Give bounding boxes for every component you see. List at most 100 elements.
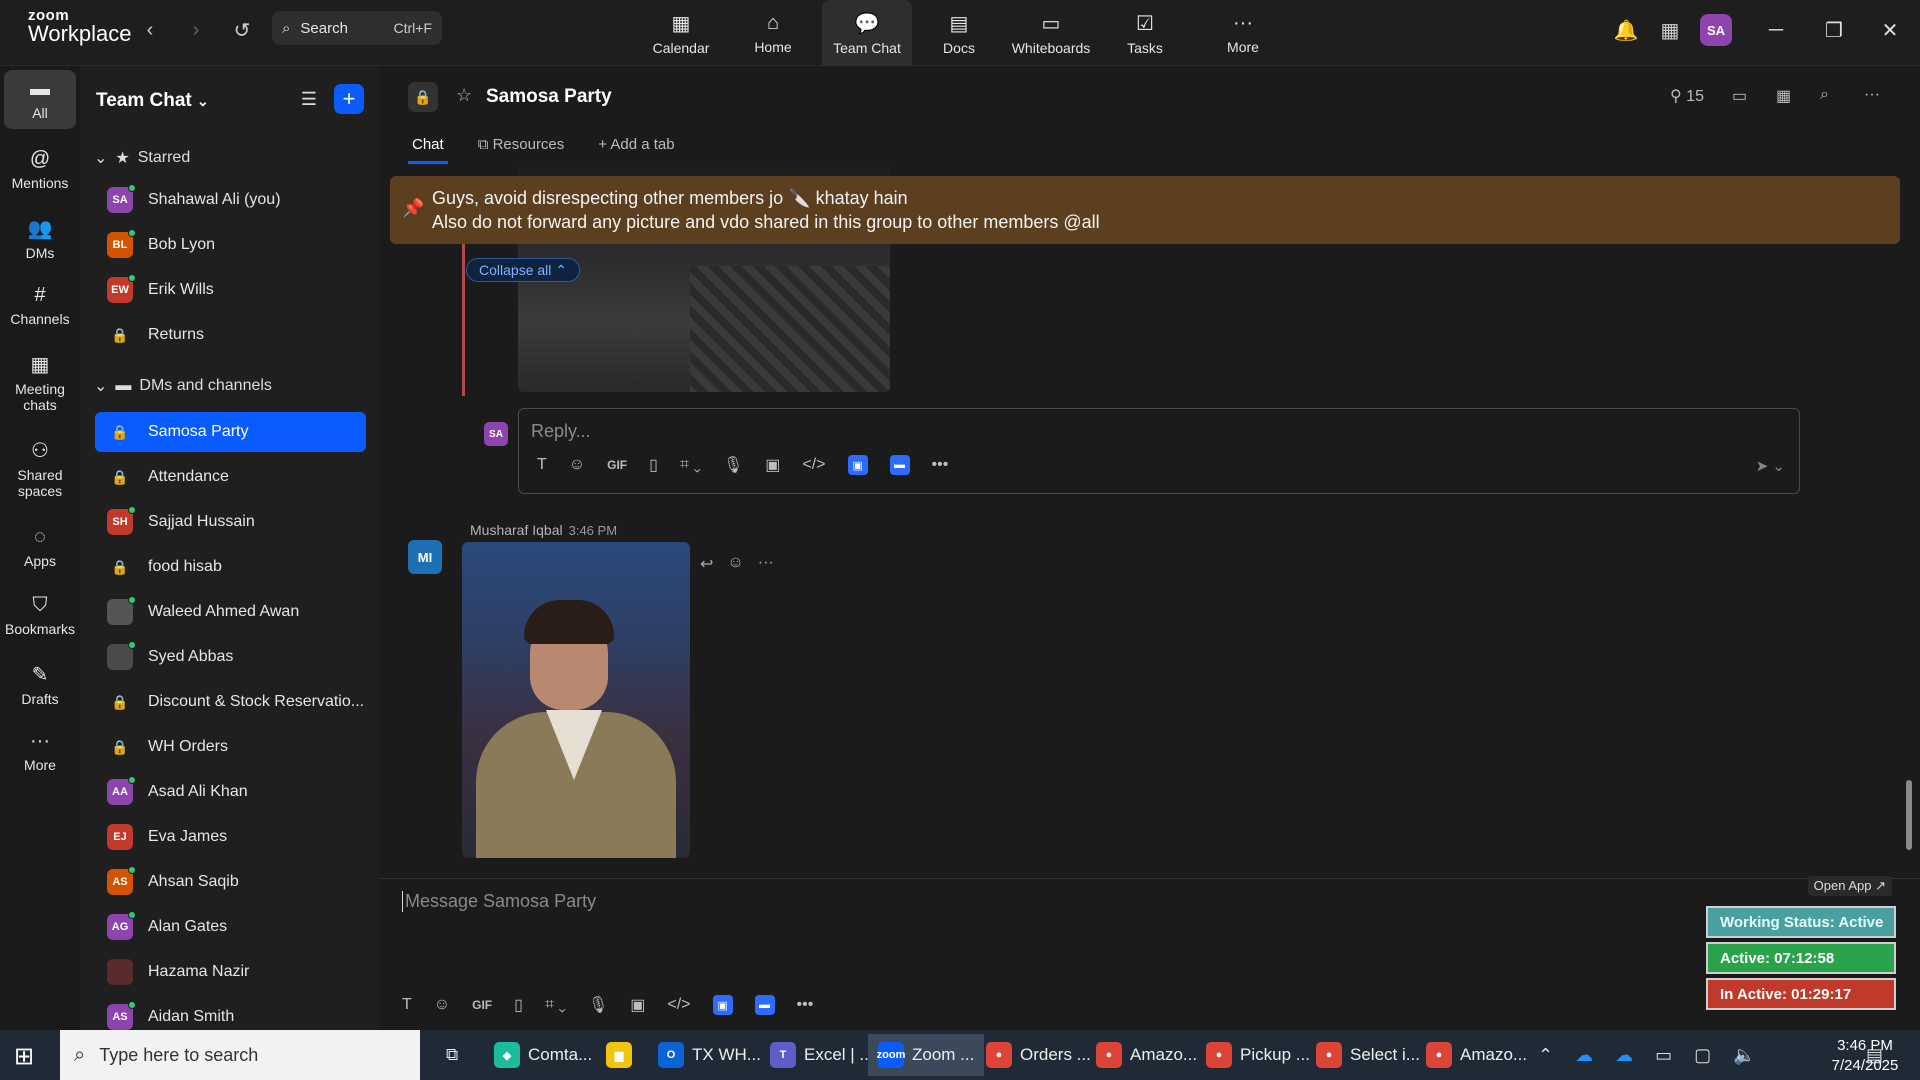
format-text-icon[interactable]: T — [402, 996, 412, 1014]
sidebar-item[interactable]: 🔒 Samosa Party — [95, 412, 366, 452]
back-arrow-icon[interactable]: ‹ — [134, 14, 166, 46]
send-icon[interactable]: ➤ ⌄ — [1756, 457, 1785, 475]
network-icon[interactable]: ▢ — [1694, 1045, 1711, 1066]
sidebar-item[interactable]: 🔒 food hisab — [95, 547, 366, 587]
taskbar-app[interactable]: O TX WH... — [648, 1034, 771, 1076]
reply-icon[interactable]: ↩ — [700, 554, 713, 574]
notifications-icon[interactable]: ▤ — [1866, 1030, 1883, 1080]
chevron-up-icon[interactable]: ⌃ — [1538, 1045, 1553, 1066]
taskbar-search[interactable]: ⌕ Type here to search — [60, 1030, 420, 1080]
scrollbar[interactable] — [1906, 780, 1912, 850]
taskbar-app[interactable]: ◆ Comta... — [484, 1034, 602, 1076]
sidebar-item[interactable]: 🔒 WH Orders — [95, 727, 366, 767]
taskbar-app[interactable]: ● Select i... — [1306, 1034, 1430, 1076]
filter-icon[interactable]: ☰ — [294, 84, 324, 114]
taskbar-app[interactable]: T Excel | ... — [760, 1034, 884, 1076]
sidebar-item[interactable]: BL Bob Lyon — [95, 225, 366, 265]
more-icon[interactable]: ••• — [797, 996, 814, 1014]
minimize-icon[interactable]: ─ — [1756, 14, 1796, 46]
microphone-icon[interactable]: 🎙 — [588, 995, 608, 1015]
sidebar-item[interactable]: Syed Abbas — [95, 637, 366, 677]
volume-icon[interactable]: 🔈 — [1733, 1045, 1755, 1066]
calendar-icon[interactable]: ▦ — [1776, 86, 1791, 106]
sidebar-item[interactable]: 🔒 Returns — [95, 315, 366, 355]
rail-mentions[interactable]: @ Mentions — [4, 148, 76, 191]
video-message-icon[interactable]: ▣ — [630, 995, 645, 1015]
nav-tasks[interactable]: ☑ Tasks — [1100, 0, 1190, 66]
battery-icon[interactable]: ▭ — [1655, 1045, 1672, 1066]
taskbar-app[interactable]: ● Pickup ... — [1196, 1034, 1320, 1076]
more-icon[interactable]: ··· — [758, 554, 774, 574]
nav-home[interactable]: ⌂ Home — [728, 0, 818, 66]
task-view-icon[interactable]: ⧉ — [436, 1034, 468, 1076]
sender-name[interactable]: Musharaf Iqbal — [470, 522, 563, 538]
sidebar-title[interactable]: Team Chat ⌄ — [96, 90, 209, 112]
avatar[interactable]: MI — [408, 540, 442, 574]
sidebar-item[interactable]: SH Sajjad Hussain — [95, 502, 366, 542]
code-icon[interactable]: </> — [802, 456, 825, 474]
rail-channels[interactable]: # Channels — [4, 284, 76, 327]
sidebar-item[interactable]: AA Asad Ali Khan — [95, 772, 366, 812]
gif-icon[interactable]: GIF — [607, 458, 627, 472]
taskbar-app[interactable]: ● Amazo... — [1086, 1034, 1207, 1076]
profile-avatar[interactable]: SA — [1700, 14, 1732, 46]
search-box[interactable]: ⌕ Search Ctrl+F — [272, 11, 442, 45]
sidebar-item[interactable]: Waleed Ahmed Awan — [95, 592, 366, 632]
more-icon[interactable]: ••• — [932, 456, 949, 474]
more-options-icon[interactable]: ··· — [1864, 86, 1880, 104]
nav-team-chat[interactable]: 💬 Team Chat — [822, 0, 912, 66]
taskbar-app[interactable]: ● Amazo... — [1416, 1034, 1537, 1076]
file-icon[interactable]: ▯ — [649, 455, 658, 475]
video-icon[interactable]: ▭ — [1732, 86, 1747, 106]
channel-name[interactable]: Samosa Party — [486, 86, 612, 108]
sidebar-item[interactable]: 🔒 Attendance — [95, 457, 366, 497]
reply-input[interactable]: Reply... — [531, 421, 591, 442]
reply-box[interactable]: Reply... T ☺ GIF ▯ ⌗ ⌄ 🎙 ▣ </> ▣ ▬ ••• ➤… — [518, 408, 1800, 494]
rail-meeting-chats[interactable]: ▦ Meeting chats — [4, 352, 76, 413]
sidebar-item[interactable]: EW Erik Wills — [95, 270, 366, 310]
onedrive-icon[interactable]: ☁ — [1615, 1045, 1633, 1066]
rail-more[interactable]: ··· More — [4, 730, 76, 773]
notifications-bell-icon[interactable]: 🔔 — [1610, 14, 1642, 46]
forward-arrow-icon[interactable]: › — [180, 14, 212, 46]
screenshot-icon[interactable]: ⌗ ⌄ — [545, 996, 566, 1014]
sidebar-item[interactable]: SA Shahawal Ali (you) — [95, 180, 366, 220]
composer[interactable]: Message Samosa Party T ☺ GIF ▯ ⌗ ⌄ 🎙 ▣ <… — [380, 878, 1920, 1030]
taskbar-app[interactable]: ● Orders ... — [976, 1034, 1101, 1076]
file-icon[interactable]: ▯ — [514, 995, 523, 1015]
calendar-today-icon[interactable]: ▦ — [1654, 14, 1686, 46]
app-icon[interactable]: ▣ — [712, 995, 733, 1015]
star-outline-icon[interactable]: ☆ — [456, 85, 472, 106]
nav-calendar[interactable]: ▦ Calendar — [636, 0, 726, 66]
screenshot-icon[interactable]: ⌗ ⌄ — [680, 456, 701, 474]
message-image[interactable] — [462, 542, 690, 858]
windows-start-icon[interactable]: ⊞ — [14, 1042, 34, 1071]
history-icon[interactable]: ↺ — [226, 14, 258, 46]
nav-whiteboards[interactable]: ▭ Whiteboards — [1006, 0, 1096, 66]
sidebar-item[interactable]: EJ Eva James — [95, 817, 366, 857]
sidebar-item[interactable]: AS Ahsan Saqib — [95, 862, 366, 902]
close-icon[interactable]: ✕ — [1870, 14, 1910, 46]
rail-drafts[interactable]: ✎ Drafts — [4, 662, 76, 707]
clock[interactable]: 3:46 PM 7/24/2025 — [1820, 1036, 1910, 1076]
tab-resources[interactable]: ⧉ Resources — [474, 136, 569, 164]
open-app-button[interactable]: Open App ↗ — [1807, 876, 1892, 896]
rail-bookmarks[interactable]: ⛉ Bookmarks — [4, 594, 76, 637]
rail-apps[interactable]: ◌ Apps — [4, 526, 76, 569]
tab-chat[interactable]: Chat — [408, 136, 448, 164]
taskbar-app[interactable]: ▆ — [596, 1034, 650, 1076]
nav-docs[interactable]: ▤ Docs — [914, 0, 1004, 66]
onedrive-icon[interactable]: ☁ — [1575, 1045, 1593, 1066]
app-icon-2[interactable]: ▬ — [889, 455, 910, 475]
restore-icon[interactable]: ❐ — [1814, 14, 1854, 46]
section-starred[interactable]: ⌄ ★ Starred — [94, 148, 190, 168]
members-button[interactable]: ⚲ 15 — [1670, 86, 1704, 106]
taskbar-app[interactable]: zoom Zoom ... — [868, 1034, 985, 1076]
new-chat-button[interactable]: + — [334, 84, 364, 114]
sidebar-item[interactable]: 🔒 Discount & Stock Reservatio... — [95, 682, 366, 722]
rail-shared-spaces[interactable]: ⚇ Shared spaces — [4, 438, 76, 499]
add-reaction-icon[interactable]: ☺ — [727, 554, 743, 574]
code-icon[interactable]: </> — [667, 996, 690, 1014]
video-message-icon[interactable]: ▣ — [765, 455, 780, 475]
emoji-icon[interactable]: ☺ — [434, 996, 450, 1014]
